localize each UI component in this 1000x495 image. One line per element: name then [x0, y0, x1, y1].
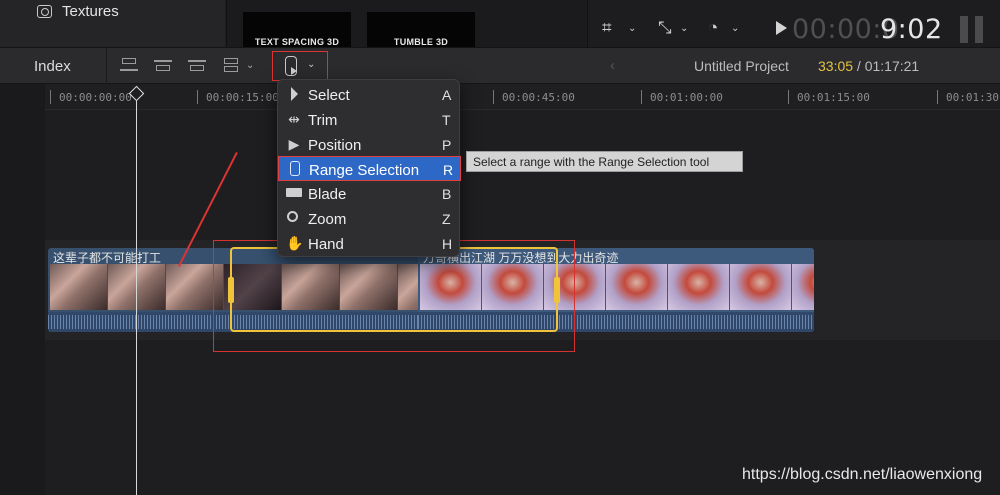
- timecode-display[interactable]: 9:02: [880, 14, 943, 45]
- menu-item-shortcut: A: [442, 87, 452, 103]
- effect-thumbnail[interactable]: TEXT SPACING 3D: [243, 12, 351, 47]
- index-button[interactable]: Index: [34, 58, 71, 75]
- position-icon: ▶: [288, 136, 300, 152]
- menu-item-label: Range Selection: [309, 162, 420, 179]
- effects-browser: TEXT SPACING 3D TUMBLE 3D: [226, 0, 586, 47]
- watermark: https://blog.csdn.net/liaowenxiong: [742, 466, 983, 483]
- cursor-icon: [291, 67, 297, 75]
- zoom-icon: [286, 210, 302, 226]
- overwrite-clip-icon[interactable]: [222, 57, 240, 75]
- menu-item-shortcut: H: [442, 236, 453, 252]
- play-icon[interactable]: [776, 21, 787, 35]
- textures-label: Textures: [62, 3, 119, 20]
- chevron-down-icon[interactable]: ⌄: [628, 23, 636, 34]
- timeline-gutter: [0, 84, 45, 495]
- append-clip-icon[interactable]: [188, 57, 206, 75]
- ruler-label: 00:01:30: [946, 91, 999, 104]
- clip-frame: [730, 264, 791, 310]
- connect-clip-icon[interactable]: [120, 57, 138, 75]
- menu-item-trim[interactable]: ⇹ Trim T: [278, 107, 461, 132]
- tool-menu: Select A ⇹ Trim T ▶ Position P Range Sel…: [277, 79, 461, 257]
- insert-clip-icon[interactable]: [154, 57, 172, 75]
- effect-thumbnail[interactable]: TUMBLE 3D: [367, 12, 475, 47]
- chevron-down-icon: ⌄: [307, 59, 316, 70]
- project-duration: 33:05 / 01:17:21: [818, 58, 919, 74]
- hand-icon: ✋: [286, 235, 304, 251]
- playhead[interactable]: [136, 88, 137, 495]
- clip-frame: [606, 264, 667, 310]
- chevron-down-icon[interactable]: ⌄: [731, 23, 739, 34]
- menu-item-select[interactable]: Select A: [278, 82, 461, 107]
- blade-icon: [286, 185, 302, 201]
- menu-item-label: Zoom: [308, 211, 347, 228]
- ruler-tick: [641, 90, 642, 104]
- ruler-label: 00:00:45:00: [502, 91, 575, 104]
- transform-icon[interactable]: ⤡: [658, 18, 672, 38]
- ruler-label: 00:00:00:00: [59, 91, 132, 104]
- total-duration: / 01:17:21: [853, 58, 920, 74]
- fullscreen-icon[interactable]: [960, 16, 986, 43]
- menu-item-label: Hand: [308, 236, 344, 253]
- ruler-label: 00:01:00:00: [650, 91, 723, 104]
- clip-frame: [792, 264, 814, 310]
- menu-item-label: Position: [308, 137, 362, 154]
- library-sidebar-row[interactable]: Textures: [0, 0, 225, 47]
- arrow-icon: [286, 86, 302, 102]
- menu-item-shortcut: Z: [442, 211, 451, 227]
- retime-icon[interactable]: ◔: [708, 18, 718, 38]
- menu-item-zoom[interactable]: Zoom Z: [278, 206, 461, 231]
- ruler-tick: [937, 90, 938, 104]
- ruler-label: 00:00:15:00: [206, 91, 279, 104]
- textures-icon: [37, 5, 52, 18]
- current-position: 33:05: [818, 58, 854, 74]
- back-arrow-icon[interactable]: ‹: [610, 57, 615, 74]
- ruler-tick: [197, 90, 198, 104]
- menu-item-shortcut: R: [443, 162, 454, 178]
- ruler-label: 00:01:15:00: [797, 91, 870, 104]
- menu-item-shortcut: B: [442, 186, 452, 202]
- menu-item-label: Trim: [308, 112, 338, 129]
- menu-item-shortcut: P: [442, 137, 452, 153]
- crop-icon[interactable]: ⌗: [602, 18, 612, 38]
- ruler-tick: [788, 90, 789, 104]
- project-title: Untitled Project: [694, 58, 789, 74]
- clip-frame: [668, 264, 729, 310]
- trim-icon: ⇹: [288, 111, 300, 127]
- range-selection-icon: [287, 161, 303, 177]
- menu-item-label: Select: [308, 87, 350, 104]
- chevron-down-icon[interactable]: ⌄: [246, 60, 254, 71]
- menu-item-hand[interactable]: ✋ Hand H: [278, 231, 461, 256]
- timeline-toolbar: Index ⌄ ⌄ ‹ Untitled Project 33:05 / 01:…: [0, 47, 1000, 85]
- menu-item-position[interactable]: ▶ Position P: [278, 132, 461, 157]
- menu-item-blade[interactable]: Blade B: [278, 181, 461, 206]
- toolbar-divider: [106, 48, 107, 85]
- menu-item-range-selection[interactable]: Range Selection R: [278, 156, 461, 181]
- timeline-ruler[interactable]: 00:00:00:00 00:00:15:00 00:00:45:00 00:0…: [45, 84, 1000, 110]
- ruler-tick: [50, 90, 51, 104]
- tooltip: Select a range with the Range Selection …: [466, 151, 743, 172]
- menu-item-label: Blade: [308, 186, 347, 203]
- ruler-tick: [493, 90, 494, 104]
- viewer-controls: ⌗ ⌄ ⤡ ⌄ ◔ ⌄ 00:00:0 9:02: [587, 0, 1000, 47]
- menu-item-shortcut: T: [442, 112, 451, 128]
- clip-frame: [50, 264, 107, 310]
- chevron-down-icon[interactable]: ⌄: [680, 23, 688, 34]
- tool-selector-button[interactable]: ⌄: [272, 51, 328, 81]
